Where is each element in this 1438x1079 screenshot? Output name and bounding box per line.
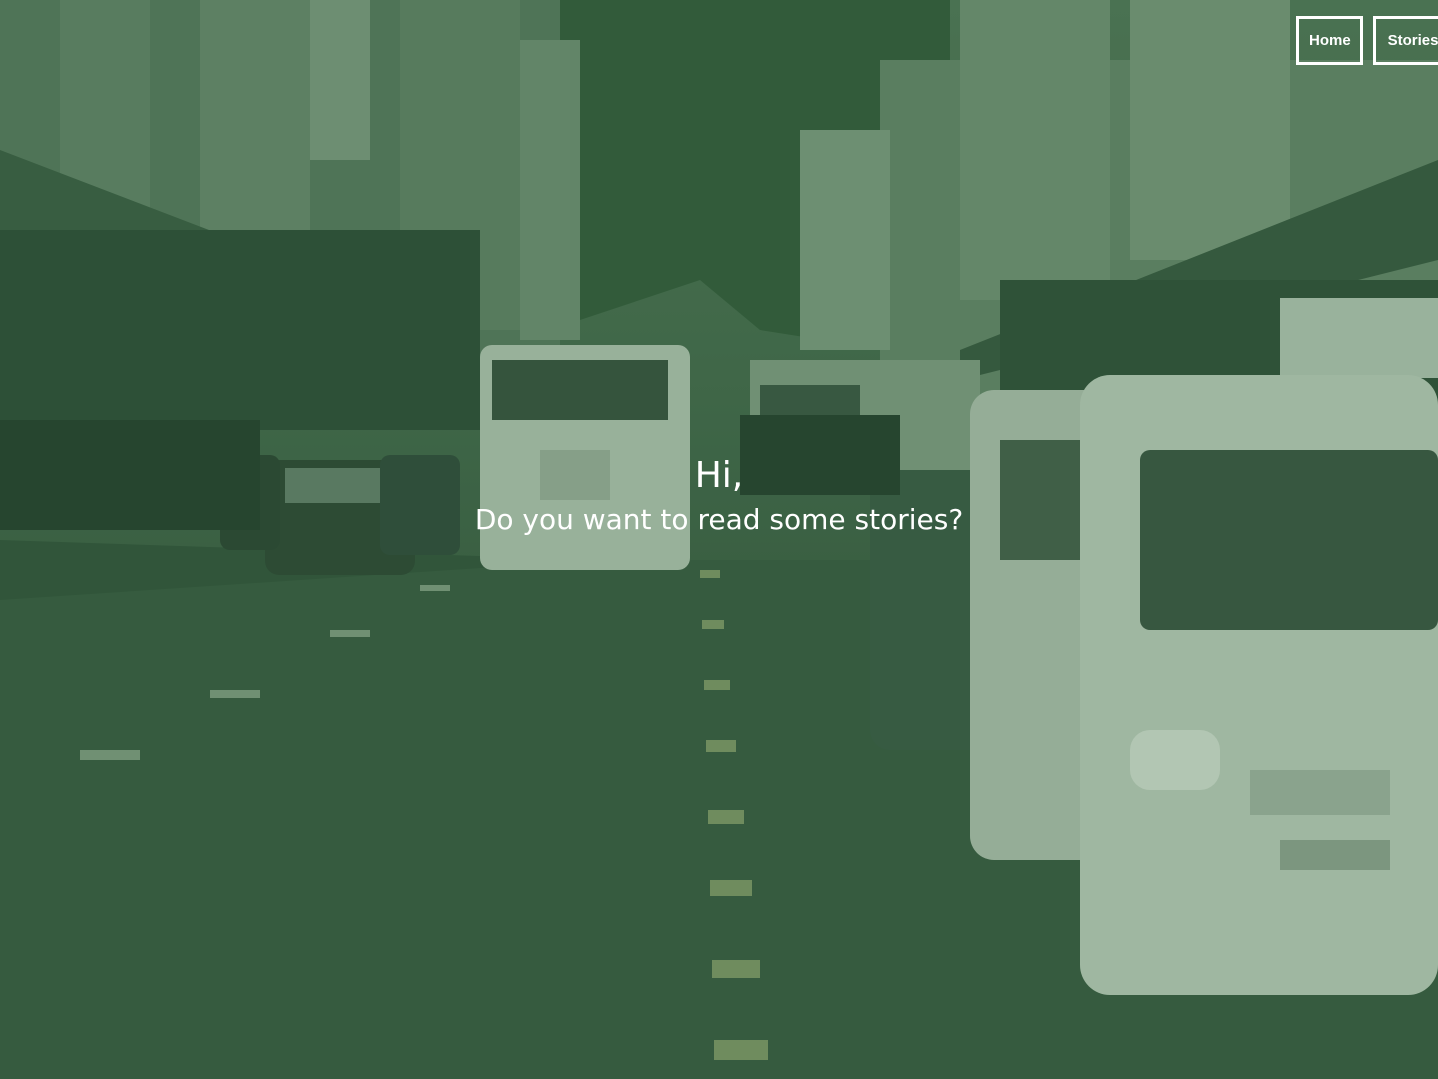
home-button[interactable]: Home bbox=[1296, 16, 1363, 65]
stories-button[interactable]: Stories bbox=[1373, 16, 1438, 65]
hero-section: Home Stories Hi, Do you want to read som… bbox=[0, 0, 1438, 1079]
background-photo bbox=[0, 0, 1438, 1079]
hero-greeting: Hi, Do you want to read some stories? bbox=[0, 450, 1438, 538]
hero-heading: Hi, bbox=[694, 455, 744, 496]
hero-subheading: Do you want to read some stories? bbox=[474, 503, 964, 536]
top-nav: Home Stories bbox=[1296, 16, 1438, 65]
